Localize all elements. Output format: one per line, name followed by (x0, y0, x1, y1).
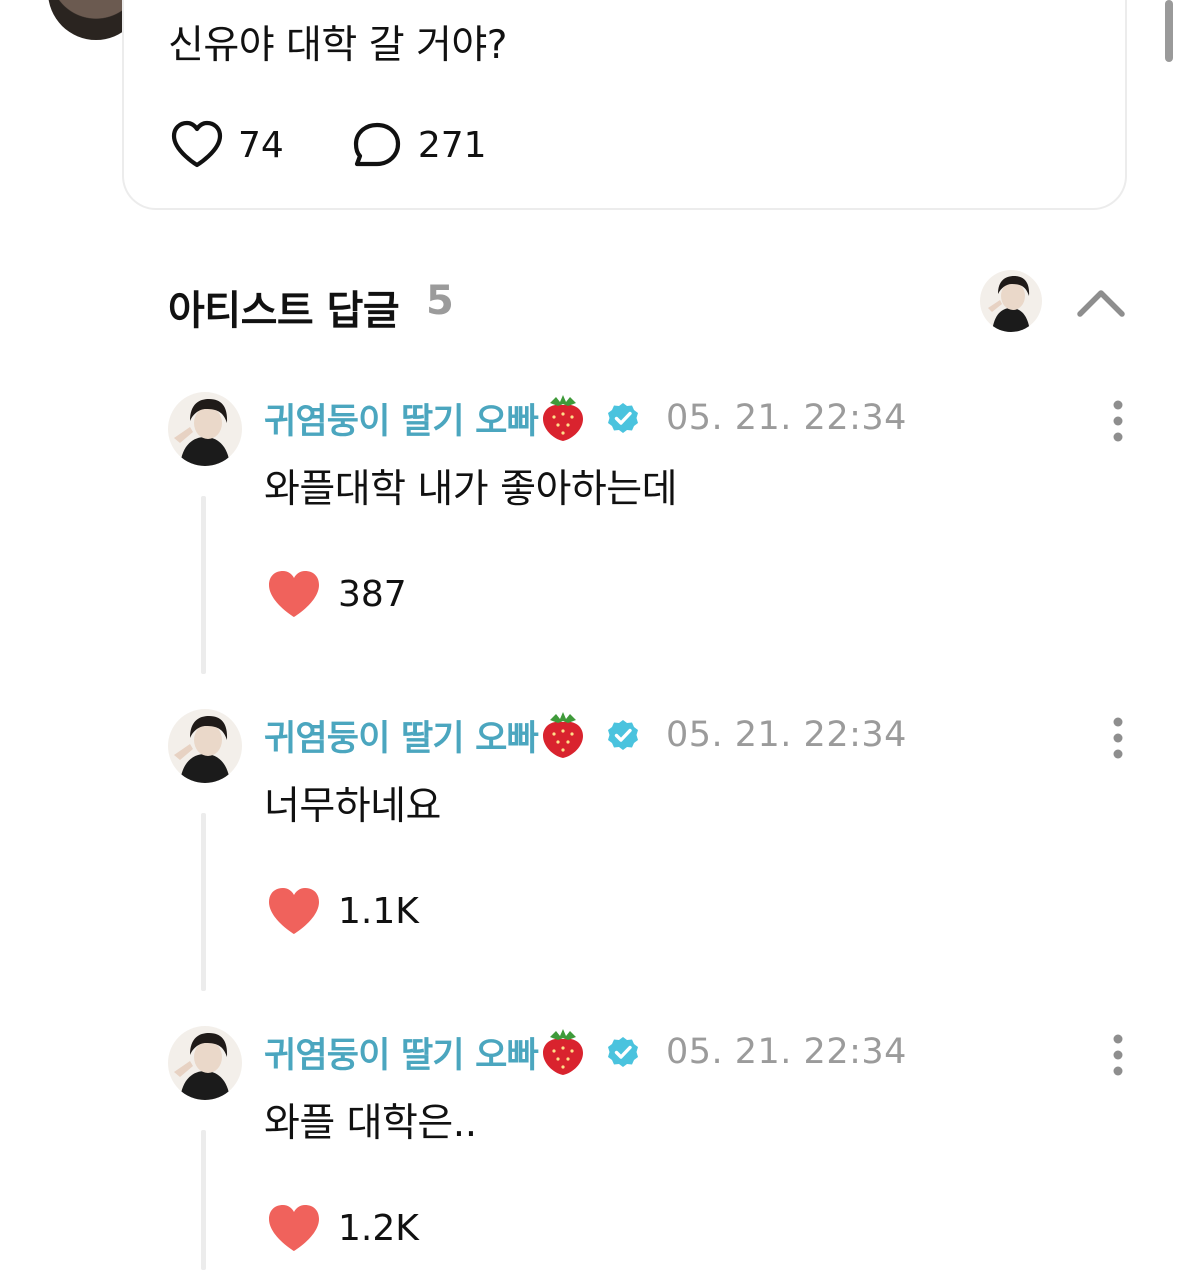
heart-outline-icon (171, 120, 223, 168)
author-name[interactable]: 귀염둥이 딸기 오빠 (264, 1027, 539, 1078)
heart-filled-icon (269, 571, 319, 617)
reply-timestamp: 05. 21. 22:34 (665, 715, 907, 755)
scrollbar[interactable] (1165, 0, 1173, 62)
reply-like-count: 387 (338, 573, 407, 615)
like-button[interactable]: 74 (170, 120, 284, 170)
artist-portrait-image (980, 270, 1042, 332)
more-vertical-icon[interactable] (1110, 715, 1126, 761)
artist-replies-title: 아티스트 답글 (168, 288, 400, 334)
speech-bubble-icon (353, 122, 400, 167)
reply-author-row: 귀염둥이 딸기 오빠 05. 21. 22:34 (264, 709, 907, 761)
thread-line (201, 813, 206, 991)
verified-badge-icon (607, 720, 638, 750)
reply-like-count: 1.2K (338, 1207, 419, 1249)
reply-author-row: 귀염둥이 딸기 오빠 05. 21. 22:34 (264, 1026, 907, 1078)
artist-replies-count: 5 (426, 278, 454, 324)
reply-timestamp: 05. 21. 22:34 (665, 1032, 907, 1072)
more-vertical-icon[interactable] (1110, 398, 1126, 444)
reply-text: 와플 대학은.. (264, 1101, 477, 1146)
artist-portrait-image (168, 392, 242, 466)
author-name[interactable]: 귀염둥이 딸기 오빠 (264, 710, 539, 761)
verified-badge-icon (607, 1037, 638, 1067)
reply-text: 너무하네요 (264, 784, 441, 829)
heart-filled-icon (269, 1205, 319, 1251)
artist-portrait-image (168, 709, 242, 783)
artist-avatar (980, 270, 1042, 332)
reply-like-button[interactable]: 1.2K (266, 1202, 419, 1254)
post-text: 신유야 대학 갈 거야? (168, 23, 507, 68)
artist-portrait-image (168, 1026, 242, 1100)
strawberry-icon (542, 1029, 583, 1075)
reply-text: 와플대학 내가 좋아하는데 (264, 467, 677, 512)
reply-author-avatar[interactable] (168, 709, 242, 783)
reply-timestamp: 05. 21. 22:34 (665, 398, 907, 438)
like-count: 74 (238, 124, 284, 166)
post-stats: 74 271 (170, 120, 553, 170)
strawberry-icon (542, 712, 583, 758)
strawberry-icon (542, 395, 583, 441)
reply-author-row: 귀염둥이 딸기 오빠 05. 21. 22:34 (264, 392, 907, 444)
reply-like-button[interactable]: 387 (266, 568, 407, 620)
thread-line (201, 1130, 206, 1270)
comment-count: 271 (417, 124, 487, 166)
comment-button[interactable]: 271 (350, 120, 487, 170)
thread-line (201, 496, 206, 674)
author-name[interactable]: 귀염둥이 딸기 오빠 (264, 393, 539, 444)
heart-filled-icon (269, 888, 319, 934)
reply-author-avatar[interactable] (168, 1026, 242, 1100)
artist-replies-header: 아티스트 답글 5 (168, 270, 1128, 336)
reply-like-count: 1.1K (338, 890, 419, 932)
verified-badge-icon (607, 403, 638, 433)
reply-author-avatar[interactable] (168, 392, 242, 466)
chevron-up-icon[interactable] (1076, 282, 1126, 322)
more-vertical-icon[interactable] (1110, 1032, 1126, 1078)
reply-like-button[interactable]: 1.1K (266, 885, 419, 937)
